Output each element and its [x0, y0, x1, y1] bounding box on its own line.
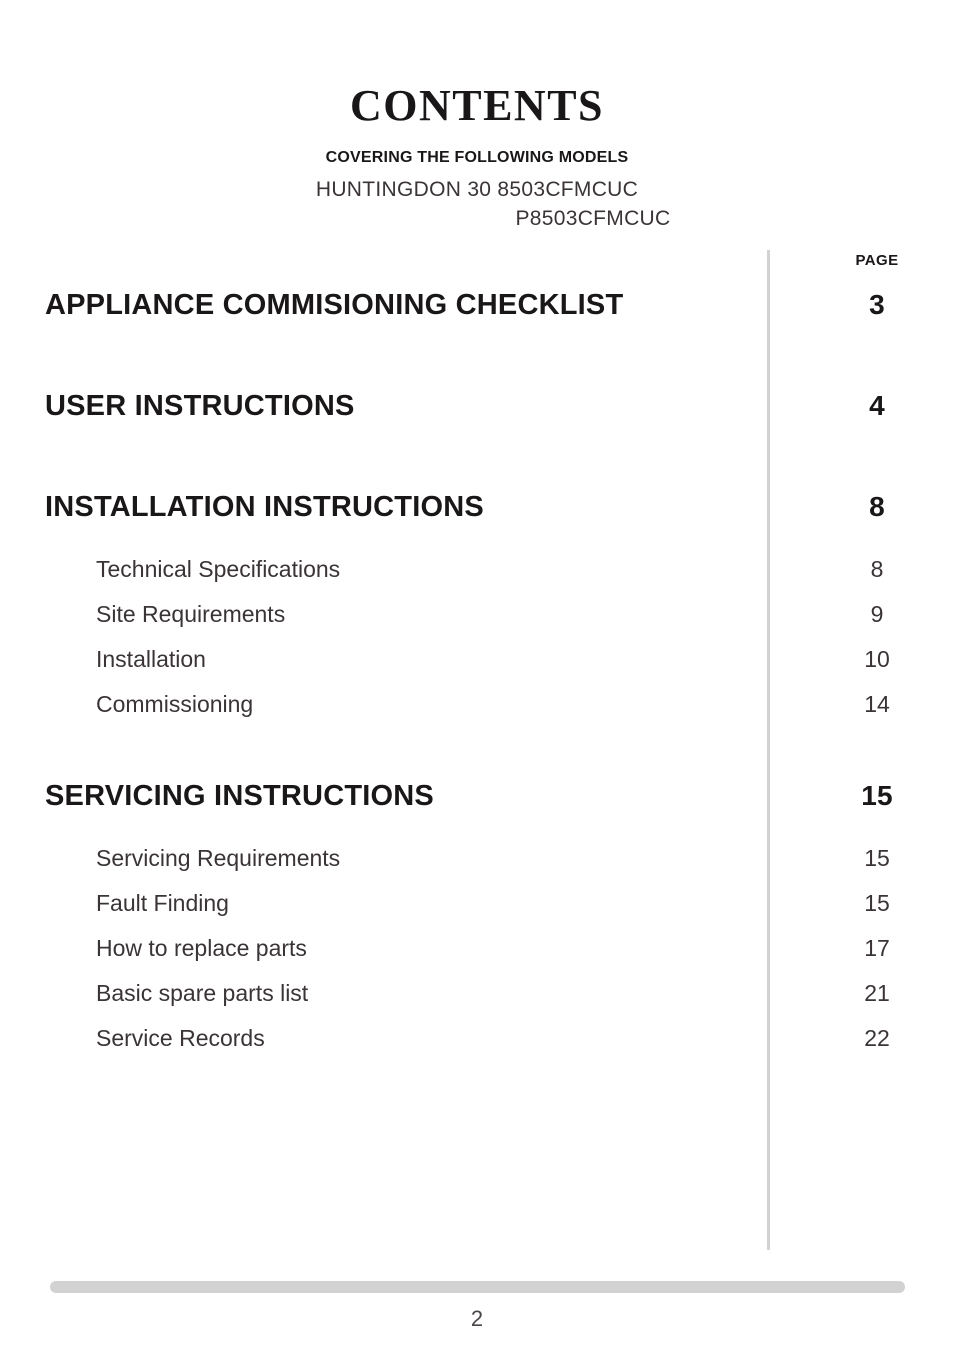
toc-section-row[interactable]: APPLIANCE COMMISIONING CHECKLIST 3	[0, 286, 954, 334]
toc-section-row[interactable]: SERVICING INSTRUCTIONS 15	[0, 777, 954, 825]
toc-section-page: 15	[861, 780, 893, 811]
toc-item-page: 8	[870, 556, 884, 582]
toc-item-page: 14	[864, 691, 890, 717]
toc-section-row[interactable]: USER INSTRUCTIONS 4	[0, 387, 954, 435]
toc-item-label: Fault Finding	[96, 890, 229, 916]
toc-item-page: 9	[870, 601, 884, 627]
footer-rule	[50, 1281, 905, 1293]
covering-models-label: COVERING THE FOLLOWING MODELS	[325, 149, 629, 166]
model-line: HUNTINGDON 30 8503CFMCUC	[315, 178, 639, 201]
toc-item-row[interactable]: How to replace parts 17	[0, 931, 954, 976]
toc-section-row[interactable]: INSTALLATION INSTRUCTIONS 8	[0, 488, 954, 536]
toc-item-page: 22	[864, 1025, 890, 1051]
model-list: HUNTINGDON 30 8503CFMCUC P8503CFMCUC	[0, 175, 954, 233]
toc-section-label: USER INSTRUCTIONS	[45, 390, 355, 422]
toc-item-label: Service Records	[96, 1025, 265, 1051]
toc-item-row[interactable]: Servicing Requirements 15	[0, 841, 954, 886]
table-of-contents: APPLIANCE COMMISIONING CHECKLIST 3 USER …	[0, 286, 954, 1066]
model-line: P8503CFMCUC	[515, 207, 671, 230]
toc-section-page: 4	[869, 390, 885, 421]
toc-item-label: Site Requirements	[96, 601, 286, 627]
toc-item-row[interactable]: Service Records 22	[0, 1021, 954, 1066]
toc-item-page: 21	[864, 980, 890, 1006]
toc-item-row[interactable]: Basic spare parts list 21	[0, 976, 954, 1021]
toc-item-label: Installation	[96, 646, 206, 672]
toc-item-page: 10	[864, 646, 890, 672]
toc-item-label: Basic spare parts list	[96, 980, 309, 1006]
toc-item-page: 17	[864, 935, 890, 961]
footer-page-number: 2	[470, 1306, 484, 1331]
toc-item-row[interactable]: Site Requirements 9	[0, 597, 954, 642]
toc-item-label: Servicing Requirements	[96, 845, 341, 871]
toc-section-label: INSTALLATION INSTRUCTIONS	[45, 491, 484, 523]
toc-item-row[interactable]: Installation 10	[0, 642, 954, 687]
toc-item-row[interactable]: Technical Specifications 8	[0, 552, 954, 597]
toc-section-label: SERVICING INSTRUCTIONS	[45, 780, 434, 812]
toc-item-page: 15	[864, 890, 890, 916]
page-column-header: PAGE	[855, 252, 899, 269]
toc-item-row[interactable]: Commissioning 14	[0, 687, 954, 732]
toc-section-page: 8	[869, 491, 885, 522]
toc-item-label: Commissioning	[96, 691, 254, 717]
toc-item-label: Technical Specifications	[96, 556, 341, 582]
toc-section-page: 3	[869, 289, 885, 320]
toc-item-row[interactable]: Fault Finding 15	[0, 886, 954, 931]
toc-section-label: APPLIANCE COMMISIONING CHECKLIST	[45, 289, 624, 321]
toc-item-page: 15	[864, 845, 890, 871]
page-title: CONTENTS	[349, 81, 605, 130]
toc-item-label: How to replace parts	[96, 935, 307, 961]
